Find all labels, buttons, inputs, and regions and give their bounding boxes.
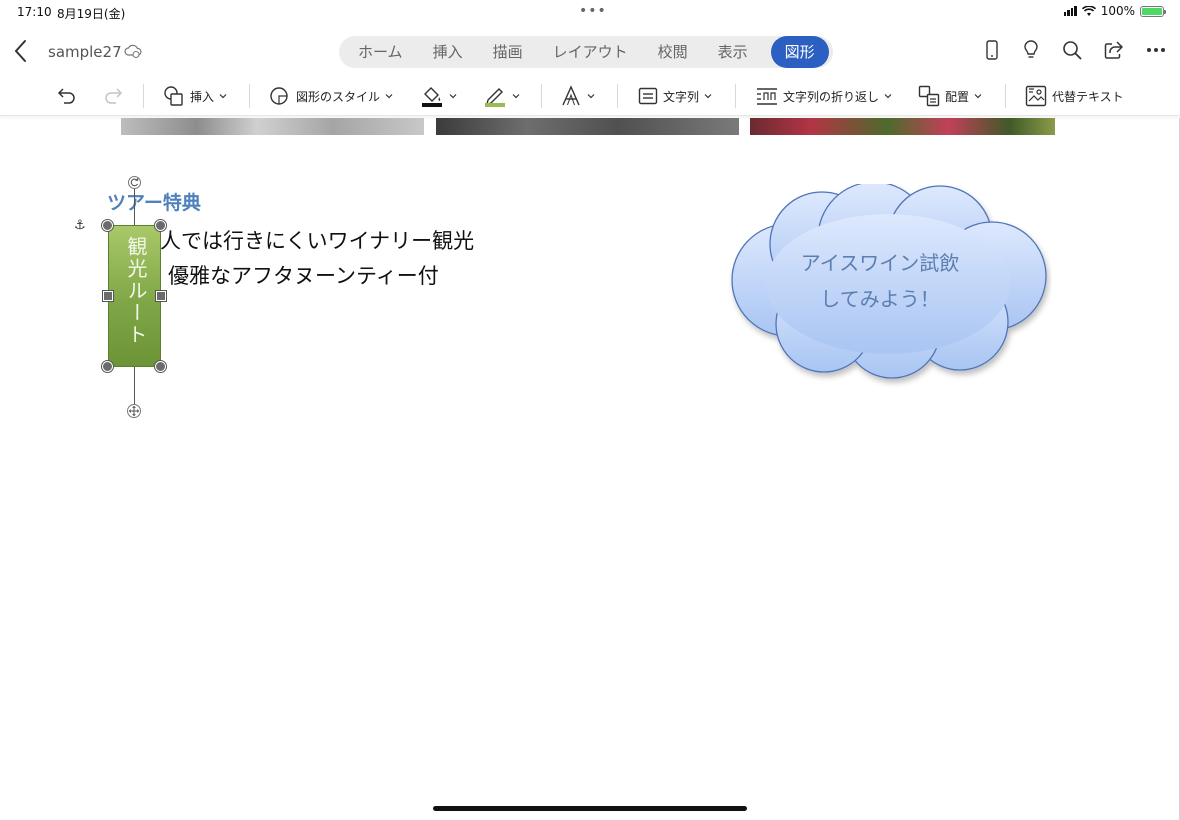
arrange-label: 配置 [945,89,970,104]
text-direction-label: 文字列 [663,89,700,104]
shape-outline-button[interactable] [483,78,520,114]
shape-style-icon [270,87,288,105]
tab-shape[interactable]: 図形 [770,36,829,68]
title-right-icons [984,40,1166,60]
redo-icon [105,88,123,104]
rotation-handle-line [134,188,135,225]
wrap-text-label: 文字列の折り返し [783,89,880,104]
cloud-text-line-2: してみよう！ [820,287,940,311]
wrap-text-button[interactable]: 文字列の折り返し [756,78,892,114]
undo-icon [57,88,75,104]
paint-bucket-icon [422,87,442,107]
alt-text-image-icon [1025,85,1047,107]
resize-handle-left[interactable] [103,291,113,301]
arrange-icon [918,85,940,107]
wrap-text-icon [757,88,777,105]
pen-outline-icon [485,88,505,107]
cloud-text-line-1: アイスワイン試飲 [800,251,960,275]
battery-icon [1140,5,1166,17]
title-bar: sample27 ホーム 挿入 描画 レイアウト 校閲 表示 図形 [0,28,1180,76]
resize-handle-right[interactable] [156,291,166,301]
cloud-sync-icon[interactable] [124,43,142,59]
chevron-down-icon [974,94,982,99]
tab-view[interactable]: 表示 [703,36,763,68]
text-direction-button[interactable]: 文字列 [638,78,712,114]
resize-handle-top-left[interactable] [102,220,113,231]
tab-insert[interactable]: 挿入 [418,36,478,68]
back-chevron-icon[interactable] [10,38,32,64]
insert-label: 挿入 [190,89,215,104]
toolbar-divider [541,84,542,108]
mobile-view-icon[interactable] [984,40,1000,60]
photo-stone[interactable] [436,118,739,135]
rotate-icon[interactable] [128,176,141,189]
status-date: 8月19日(金) [57,7,126,21]
battery-percent: 100% [1100,4,1135,18]
chevron-down-icon [449,94,457,99]
resize-handle-bottom-left[interactable] [102,361,113,372]
shape-fill-button[interactable] [420,78,457,114]
tab-draw[interactable]: 描画 [478,36,538,68]
text-effects-button[interactable] [560,78,595,114]
text-outline-a-icon [562,85,580,106]
chevron-down-icon [884,94,892,99]
tab-layout[interactable]: レイアウト [538,36,643,68]
alt-text-label: 代替テキスト [1052,89,1124,104]
undo-button[interactable] [56,78,78,114]
move-handle-line [134,367,135,405]
alt-text-button[interactable]: 代替テキスト [1025,78,1124,114]
status-time: 17:10 [17,5,52,19]
section-heading[interactable]: ツアー特典 [107,188,201,215]
status-bar: 17:10 8月19日(金) ••• 100% [0,0,1180,26]
toolbar-divider [617,84,618,108]
shape-style-label: 図形のスタイル [296,89,381,104]
toolbar-divider [143,84,144,108]
shape-style-button[interactable]: 図形のスタイル [269,78,393,114]
shape-label[interactable]: 観光ルート [109,236,162,346]
shapes-icon [164,86,183,106]
document-name[interactable]: sample27 [48,43,122,61]
search-icon[interactable] [1062,40,1082,60]
home-indicator[interactable] [433,806,747,811]
more-options-icon[interactable] [1146,47,1166,53]
tab-home[interactable]: ホーム [343,36,418,68]
cloud-text[interactable]: アイスワイン試飲 してみよう！ [780,245,980,317]
lightbulb-icon[interactable] [1022,40,1040,60]
ribbon-tabs: ホーム 挿入 描画 レイアウト 校閲 表示 図形 [339,36,833,68]
chevron-down-icon [512,94,520,99]
chevron-down-icon [704,94,712,99]
toolbar-divider [249,84,250,108]
photo-street[interactable] [121,118,424,135]
chevron-down-icon [385,94,393,99]
photo-flowers[interactable] [750,118,1055,135]
resize-handle-top-right[interactable] [155,220,166,231]
vertical-text-shape[interactable]: 観光ルート [108,225,161,367]
chevron-down-icon [219,94,227,99]
shape-toolbar: 挿入 図形のスタイル 文字列 文字列の折り返し 配置 代替テキスト [0,78,1180,116]
arrange-button[interactable]: 配置 [918,78,982,114]
move-icon[interactable] [127,404,141,418]
cellular-signal-icon [1063,6,1077,16]
body-line-2[interactable]: 優雅なアフタヌーンティー付 [168,260,439,290]
tab-review[interactable]: 校閲 [643,36,703,68]
insert-shape-button[interactable]: 挿入 [163,78,227,114]
status-right: 100% [1063,4,1166,18]
multitasking-dots-icon[interactable]: ••• [579,3,607,19]
wifi-icon [1081,5,1096,16]
text-box-icon [638,87,658,105]
share-icon[interactable] [1104,40,1124,60]
anchor-icon[interactable]: ⚓︎ [74,218,86,233]
resize-handle-bottom-right[interactable] [155,361,166,372]
body-line-1[interactable]: 人では行きにくいワイナリー観光 [160,225,474,255]
redo-button[interactable] [102,78,124,114]
toolbar-divider [1005,84,1006,108]
toolbar-divider [735,84,736,108]
chevron-down-icon [587,94,595,99]
